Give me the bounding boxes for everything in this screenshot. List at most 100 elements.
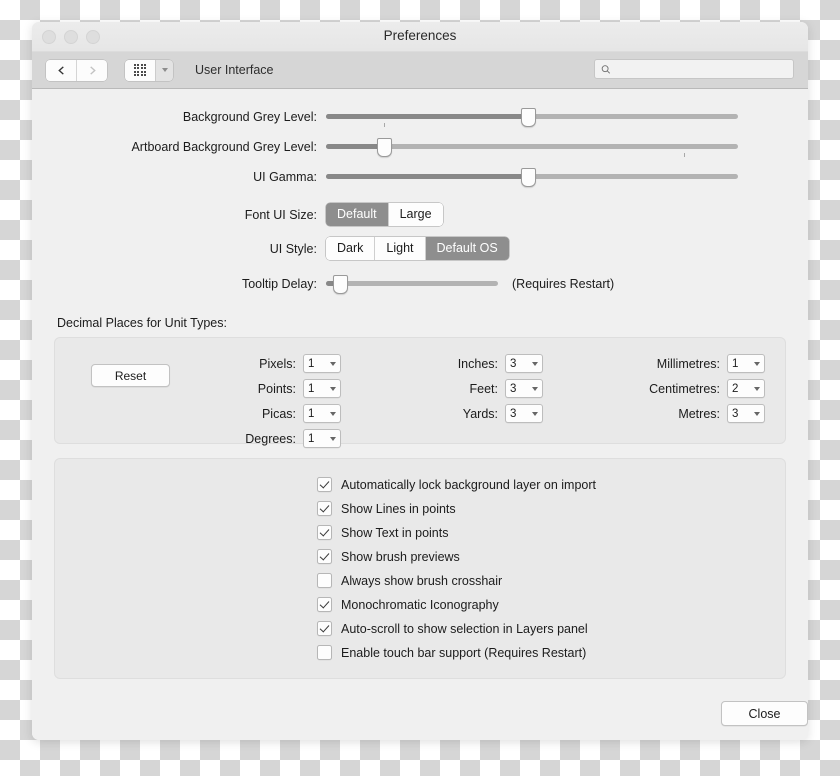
search-input[interactable]: [615, 62, 787, 76]
checkbox-label-enable-touch-bar: Enable touch bar support (Requires Resta…: [341, 645, 587, 660]
chevron-down-icon: [754, 386, 760, 391]
unit-label-feet: Feet:: [469, 381, 499, 396]
checkbox-label-show-brush-previews: Show brush previews: [341, 549, 460, 564]
label-artboard-background-grey-level: Artboard Background Grey Level:: [131, 140, 317, 154]
unit-label-pixels: Pixels:: [259, 356, 296, 371]
grid-view-icon: [133, 63, 147, 77]
preferences-window: Preferences User Interface Background Gr…: [32, 22, 808, 740]
slider-thumb[interactable]: [521, 108, 537, 127]
unit-select-picas[interactable]: 1: [303, 404, 341, 423]
preferences-content: Background Grey Level: Artboard Backgrou…: [32, 89, 808, 740]
checkbox-show-brush-previews[interactable]: [317, 549, 332, 564]
search-field[interactable]: [594, 59, 794, 79]
segment-font-large[interactable]: Large: [387, 203, 443, 226]
chevron-left-icon: [57, 65, 64, 75]
decimal-places-groupbox: Reset Pixels: 1 Points: 1 Picas: 1 Degre…: [54, 337, 786, 448]
checkbox-show-text-in-points[interactable]: [317, 525, 332, 540]
slider-thumb[interactable]: [333, 275, 349, 294]
segment-style-dark[interactable]: Dark: [326, 237, 375, 260]
unit-value-millimetres: 1: [732, 357, 739, 370]
checkbox-row-enable-touch-bar[interactable]: Enable touch bar support (Requires Resta…: [55, 645, 785, 660]
slider-background-grey-level[interactable]: [326, 107, 738, 127]
show-all-preferences-button[interactable]: [125, 59, 155, 81]
segment-style-default-os[interactable]: Default OS: [424, 237, 509, 260]
search-icon: [601, 64, 611, 74]
chevron-down-icon: [754, 411, 760, 416]
slider-ui-gamma[interactable]: [326, 167, 738, 187]
unit-select-centimetres[interactable]: 2: [727, 379, 765, 398]
unit-select-feet[interactable]: 3: [505, 379, 543, 398]
unit-value-metres: 3: [732, 407, 739, 420]
unit-select-millimetres[interactable]: 1: [727, 354, 765, 373]
window-titlebar: Preferences: [32, 22, 808, 52]
unit-select-inches[interactable]: 3: [505, 354, 543, 373]
checkbox-label-show-text-in-points: Show Text in points: [341, 525, 449, 540]
unit-value-degrees: 1: [308, 432, 315, 445]
label-ui-style: UI Style:: [269, 241, 317, 256]
unit-value-centimetres: 2: [732, 382, 739, 395]
units-column-1: Pixels: 1 Points: 1 Picas: 1 Degrees: 1: [227, 354, 341, 448]
chevron-down-icon: [330, 411, 336, 416]
slider-thumb[interactable]: [521, 168, 537, 187]
checkbox-auto-scroll-layers[interactable]: [317, 621, 332, 636]
view-mode-group: [125, 59, 173, 81]
checkbox-row-auto-scroll-layers[interactable]: Auto-scroll to show selection in Layers …: [55, 621, 785, 636]
segment-font-default[interactable]: Default: [326, 203, 388, 226]
slider-tooltip-delay[interactable]: [326, 274, 498, 294]
checkbox-row-show-text-in-points[interactable]: Show Text in points: [55, 525, 785, 540]
toolbar: User Interface: [32, 52, 808, 89]
unit-label-degrees: Degrees:: [245, 431, 296, 446]
unit-row-millimetres: Millimetres: 1: [629, 354, 765, 373]
unit-label-metres: Metres:: [678, 406, 720, 421]
slider-thumb[interactable]: [377, 138, 393, 157]
checkbox-auto-lock-background[interactable]: [317, 477, 332, 492]
checkbox-always-show-brush-crosshair[interactable]: [317, 573, 332, 588]
setting-row-tooltip-delay: Tooltip Delay: (Requires Restart): [54, 274, 786, 294]
options-checkbox-list: Automatically lock background layer on i…: [55, 459, 785, 678]
segment-style-light[interactable]: Light: [374, 237, 425, 260]
unit-label-yards: Yards:: [462, 406, 498, 421]
checkbox-row-show-lines-in-points[interactable]: Show Lines in points: [55, 501, 785, 516]
checkbox-monochromatic-iconography[interactable]: [317, 597, 332, 612]
unit-select-points[interactable]: 1: [303, 379, 341, 398]
unit-select-pixels[interactable]: 1: [303, 354, 341, 373]
setting-row-background-grey-level: Background Grey Level:: [54, 107, 786, 127]
checkbox-label-always-show-brush-crosshair: Always show brush crosshair: [341, 573, 503, 588]
chevron-down-icon: [161, 68, 168, 72]
decimal-places-section-label: Decimal Places for Unit Types:: [57, 316, 227, 330]
setting-row-ui-gamma: UI Gamma:: [54, 167, 786, 187]
slider-fill: [326, 144, 384, 149]
forward-button[interactable]: [76, 59, 107, 81]
unit-value-picas: 1: [308, 407, 315, 420]
setting-row-artboard-background-grey-level: Artboard Background Grey Level:: [54, 137, 786, 157]
ui-settings-form: Background Grey Level: Artboard Backgrou…: [54, 89, 786, 294]
unit-row-degrees: Degrees: 1: [227, 429, 341, 448]
checkbox-row-always-show-brush-crosshair[interactable]: Always show brush crosshair: [55, 573, 785, 588]
unit-select-yards[interactable]: 3: [505, 404, 543, 423]
unit-label-picas: Picas:: [261, 406, 296, 421]
unit-row-points: Points: 1: [227, 379, 341, 398]
checkbox-row-auto-lock-background[interactable]: Automatically lock background layer on i…: [55, 477, 785, 492]
dialog-footer: Close: [721, 701, 808, 726]
reset-area: Reset: [75, 354, 227, 448]
navigation-buttons: [46, 59, 107, 81]
checkbox-enable-touch-bar[interactable]: [317, 645, 332, 660]
preferences-dropdown-button[interactable]: [155, 59, 173, 81]
chevron-down-icon: [532, 411, 538, 416]
unit-select-metres[interactable]: 3: [727, 404, 765, 423]
checkbox-show-lines-in-points[interactable]: [317, 501, 332, 516]
close-button[interactable]: Close: [721, 701, 808, 726]
slider-fill: [326, 174, 528, 179]
checkbox-row-show-brush-previews[interactable]: Show brush previews: [55, 549, 785, 564]
unit-select-degrees[interactable]: 1: [303, 429, 341, 448]
reset-button[interactable]: Reset: [91, 364, 170, 387]
unit-value-feet: 3: [510, 382, 517, 395]
segmented-ui-style: Dark Light Default OS: [326, 237, 509, 260]
checkbox-row-monochromatic-iconography[interactable]: Monochromatic Iconography: [55, 597, 785, 612]
back-button[interactable]: [46, 59, 76, 81]
options-groupbox: Automatically lock background layer on i…: [54, 458, 786, 679]
unit-row-yards: Yards: 3: [443, 404, 543, 423]
slider-track: [326, 281, 498, 286]
unit-row-centimetres: Centimetres: 2: [629, 379, 765, 398]
slider-artboard-background-grey-level[interactable]: [326, 137, 738, 157]
